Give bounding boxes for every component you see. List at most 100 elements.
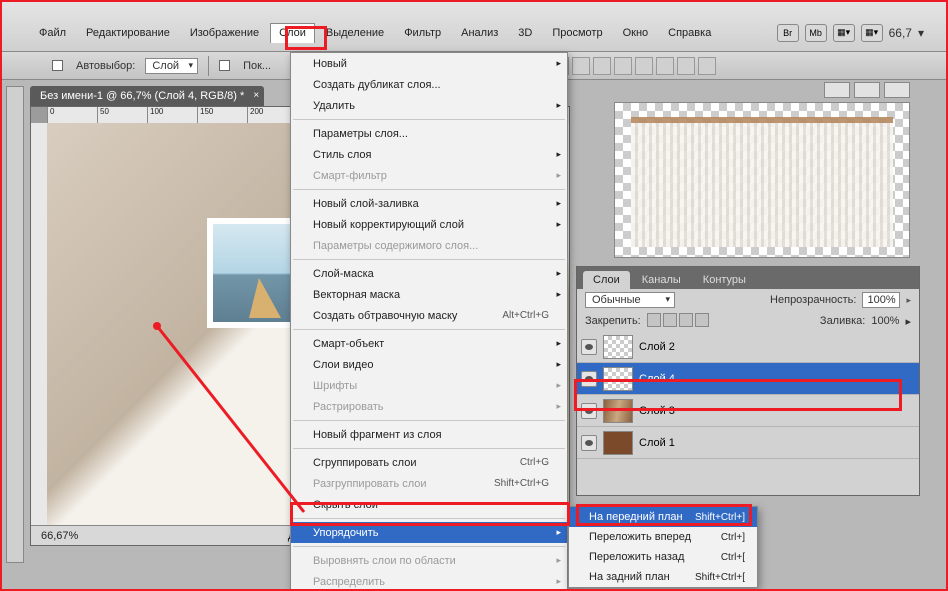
toolbox[interactable] bbox=[6, 86, 24, 563]
submenu-item[interactable]: Переложить назадCtrl+[ bbox=[569, 547, 757, 567]
submenu-arrow-icon: ▸ bbox=[556, 359, 561, 370]
opacity-value[interactable]: 100% bbox=[862, 292, 900, 308]
close-button[interactable] bbox=[884, 82, 910, 98]
menu-3d[interactable]: 3D bbox=[509, 23, 541, 43]
ruler-mark: 150 bbox=[197, 107, 247, 123]
lock-transparency-icon[interactable] bbox=[647, 313, 661, 327]
submenu-arrow-icon: ▸ bbox=[556, 555, 561, 566]
menu-select[interactable]: Выделение bbox=[317, 23, 393, 43]
layer-thumbnail[interactable] bbox=[603, 431, 633, 455]
auto-select-dropdown[interactable]: Слой bbox=[145, 58, 198, 74]
panel-tabs: Слои Каналы Контуры bbox=[577, 267, 919, 289]
layer-row[interactable]: Слой 2 bbox=[577, 331, 919, 363]
arrange-submenu: На передний планShift+Ctrl+]Переложить в… bbox=[568, 506, 758, 588]
menu-item[interactable]: Стиль слоя▸ bbox=[291, 144, 567, 165]
menu-item: Распределить▸ bbox=[291, 571, 567, 591]
lock-pixels-icon[interactable] bbox=[663, 313, 677, 327]
document-tab[interactable]: Без имени-1 @ 66,7% (Слой 4, RGB/8) * × bbox=[30, 86, 264, 106]
submenu-arrow-icon: ▸ bbox=[556, 58, 561, 69]
blend-mode-dropdown[interactable]: Обычные bbox=[585, 292, 675, 308]
layer-name: Слой 1 bbox=[639, 437, 675, 449]
menu-item[interactable]: Параметры слоя... bbox=[291, 123, 567, 144]
artwork-sailboat bbox=[249, 278, 281, 318]
layer-thumbnail[interactable] bbox=[603, 367, 633, 391]
menu-item[interactable]: Новый фрагмент из слоя bbox=[291, 424, 567, 445]
menu-item[interactable]: Слой-маска▸ bbox=[291, 263, 567, 284]
menu-item[interactable]: Упорядочить▸ bbox=[291, 522, 567, 543]
menu-view[interactable]: Просмотр bbox=[543, 23, 611, 43]
close-tab-icon[interactable]: × bbox=[253, 90, 259, 101]
menu-layers[interactable]: Слои bbox=[270, 23, 315, 43]
menu-item[interactable]: Слои видео▸ bbox=[291, 354, 567, 375]
menu-file[interactable]: Файл bbox=[30, 23, 75, 43]
align-icon[interactable] bbox=[677, 57, 695, 75]
align-icon[interactable] bbox=[593, 57, 611, 75]
layer-row[interactable]: Слой 4 bbox=[577, 363, 919, 395]
align-icon[interactable] bbox=[614, 57, 632, 75]
layer-list[interactable]: Слой 2Слой 4Слой 3 Слой 1 bbox=[577, 331, 919, 495]
align-icon[interactable] bbox=[635, 57, 653, 75]
menu-item[interactable]: Новый слой-заливка▸ bbox=[291, 193, 567, 214]
ruler-vertical[interactable] bbox=[31, 123, 47, 545]
menu-help[interactable]: Справка bbox=[659, 23, 720, 43]
menu-item[interactable]: Новый▸ bbox=[291, 53, 567, 74]
status-zoom[interactable]: 66,67% bbox=[31, 530, 111, 542]
lock-position-icon[interactable] bbox=[679, 313, 693, 327]
layer-thumbnail[interactable] bbox=[603, 335, 633, 359]
visibility-eye-icon[interactable] bbox=[581, 403, 597, 419]
auto-select-checkbox[interactable] bbox=[52, 60, 63, 71]
align-icon[interactable] bbox=[698, 57, 716, 75]
zoom-display[interactable]: 66,7 bbox=[889, 26, 912, 40]
layer-row[interactable]: Слой 3 bbox=[577, 395, 919, 427]
tab-paths[interactable]: Контуры bbox=[693, 271, 756, 289]
visibility-eye-icon[interactable] bbox=[581, 435, 597, 451]
mb-button[interactable]: Mb bbox=[805, 24, 827, 42]
tab-channels[interactable]: Каналы bbox=[632, 271, 691, 289]
arrange-button[interactable]: ▦▾ bbox=[861, 24, 883, 42]
submenu-item[interactable]: На передний планShift+Ctrl+] bbox=[569, 507, 757, 527]
opacity-arrow-icon[interactable]: ▸ bbox=[906, 295, 911, 306]
align-icon[interactable] bbox=[656, 57, 674, 75]
layer-row[interactable]: Слой 1 bbox=[577, 427, 919, 459]
screen-mode-button[interactable]: ▦▾ bbox=[833, 24, 855, 42]
menu-analysis[interactable]: Анализ bbox=[452, 23, 507, 43]
menu-image[interactable]: Изображение bbox=[181, 23, 268, 43]
submenu-item[interactable]: На задний планShift+Ctrl+[ bbox=[569, 567, 757, 587]
menu-item: Шрифты▸ bbox=[291, 375, 567, 396]
align-icon[interactable] bbox=[572, 57, 590, 75]
submenu-arrow-icon: ▸ bbox=[556, 380, 561, 391]
layers-panel: Слои Каналы Контуры Обычные Непрозрачнос… bbox=[576, 266, 920, 496]
menu-item[interactable]: Векторная маска▸ bbox=[291, 284, 567, 305]
bridge-button[interactable]: Br bbox=[777, 24, 799, 42]
curtain-layer-preview bbox=[631, 117, 893, 247]
menu-item[interactable]: Создать дубликат слоя... bbox=[291, 74, 567, 95]
visibility-eye-icon[interactable] bbox=[581, 339, 597, 355]
minimize-button[interactable] bbox=[824, 82, 850, 98]
fill-arrow-icon[interactable]: ▸ bbox=[905, 315, 911, 328]
lock-all-icon[interactable] bbox=[695, 313, 709, 327]
maximize-button[interactable] bbox=[854, 82, 880, 98]
tab-layers[interactable]: Слои bbox=[583, 271, 630, 289]
menu-item[interactable]: Сгруппировать слоиCtrl+G bbox=[291, 452, 567, 473]
show-transform-label: Пок... bbox=[243, 60, 271, 72]
menu-item[interactable]: Новый корректирующий слой▸ bbox=[291, 214, 567, 235]
separator bbox=[208, 56, 209, 76]
zoom-arrow-icon[interactable]: ▾ bbox=[918, 26, 924, 40]
menu-item[interactable]: Скрыть слои bbox=[291, 494, 567, 515]
menu-edit[interactable]: Редактирование bbox=[77, 23, 179, 43]
secondary-canvas[interactable] bbox=[614, 102, 910, 258]
show-transform-checkbox[interactable] bbox=[219, 60, 230, 71]
layer-thumbnail[interactable] bbox=[603, 399, 633, 423]
submenu-item[interactable]: Переложить впередCtrl+] bbox=[569, 527, 757, 547]
menu-item[interactable]: Удалить▸ bbox=[291, 95, 567, 116]
submenu-arrow-icon: ▸ bbox=[556, 149, 561, 160]
fill-value[interactable]: 100% bbox=[871, 315, 899, 327]
menu-filter[interactable]: Фильтр bbox=[395, 23, 450, 43]
visibility-eye-icon[interactable] bbox=[581, 371, 597, 387]
menu-item[interactable]: Создать обтравочную маскуAlt+Ctrl+G bbox=[291, 305, 567, 326]
ruler-mark: 50 bbox=[97, 107, 147, 123]
menu-item[interactable]: Смарт-объект▸ bbox=[291, 333, 567, 354]
menu-window[interactable]: Окно bbox=[614, 23, 658, 43]
menu-item: Выровнять слои по области▸ bbox=[291, 550, 567, 571]
submenu-arrow-icon: ▸ bbox=[556, 268, 561, 279]
